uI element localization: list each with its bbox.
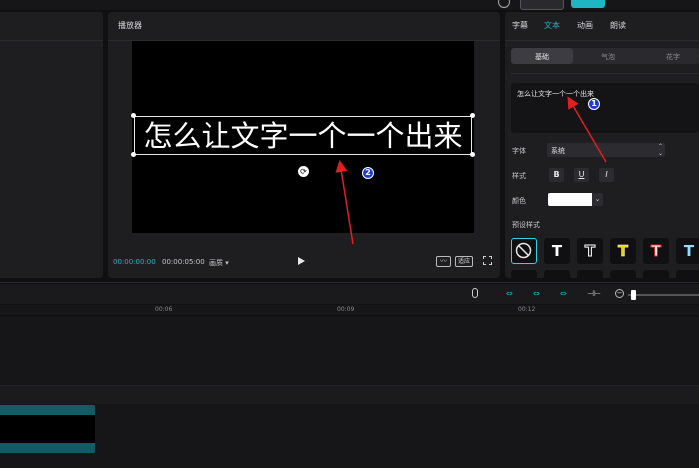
top-action-button[interactable] [520,0,564,10]
total-time: 00:00:05:00 [162,258,205,266]
fit-ratio-button[interactable]: 适应 [455,256,473,267]
tab-read-aloud[interactable]: 朗读 [610,20,626,31]
color-label: 颜色 [512,197,526,205]
chevron-down-icon[interactable]: ⌄ [592,193,603,206]
split-icon[interactable]: ⊣⊢ [587,289,601,298]
timeline-track[interactable] [0,386,699,404]
annotation-marker-2: 2 [362,167,374,179]
rotate-icon[interactable]: ⟳ [298,166,309,177]
preview-axis-icon[interactable]: ⇔ [560,289,567,298]
divider [505,40,699,41]
preset-outline[interactable]: T [577,238,603,264]
player-title: 播放器 [118,21,142,30]
ruler-tick: 00:12 [518,306,536,313]
ruler-tick: 00:06 [155,306,173,313]
segment-basic[interactable]: 基础 [535,52,549,62]
link-icon[interactable]: ⇔ [506,289,513,298]
zoom-out-icon[interactable]: − [615,289,624,298]
no-style-icon [515,242,532,259]
segment-fancy-text[interactable]: 花字 [666,52,680,62]
segment-bubble[interactable]: 气泡 [601,52,615,62]
preset-item[interactable] [577,270,603,280]
microphone-icon[interactable] [472,288,478,298]
ruler-tick: 00:09 [337,306,355,313]
preset-yellow[interactable]: T [610,238,636,264]
tab-text[interactable]: 文本 [544,20,560,31]
fullscreen-icon[interactable] [483,256,492,265]
current-time: 00:00:00:00 [113,258,156,266]
preset-item[interactable] [511,270,537,280]
preset-item[interactable] [544,270,570,280]
media-panel [0,12,103,278]
caption-text[interactable]: 怎么让文字一个一个出来 [134,117,472,155]
italic-button[interactable]: I [599,168,614,182]
preset-item[interactable] [610,270,636,280]
annotation-marker-1: 1 [588,98,600,110]
preset-blue[interactable]: T [676,238,699,264]
underline-button[interactable]: U [574,168,589,182]
clip-thumbnail [0,415,95,443]
divider [511,73,699,74]
bold-button[interactable]: B [549,168,564,182]
style-label: 样式 [512,172,526,180]
preset-label: 预设样式 [512,221,540,229]
font-label: 字体 [512,147,526,155]
font-stepper-icon[interactable]: ⌃ ⌄ [656,143,665,157]
color-swatch[interactable] [548,193,592,206]
waveform-icon[interactable]: 〰 [436,256,451,267]
quality-dropdown[interactable]: 画质 ▾ [209,258,229,268]
text-input-value[interactable]: 怎么让文字一个一个出来 [517,89,594,99]
tab-animation[interactable]: 动画 [577,20,593,31]
divider [0,40,103,41]
preset-item[interactable] [676,270,699,280]
zoom-slider[interactable] [628,294,699,296]
zoom-slider-handle[interactable] [631,290,636,300]
play-icon[interactable] [298,257,305,265]
export-button[interactable] [571,0,605,8]
tab-subtitle[interactable]: 字幕 [512,20,528,31]
font-select-value: 系统 [551,147,565,155]
preset-red-outline[interactable]: T [643,238,669,264]
preset-none[interactable] [511,238,537,264]
divider [0,282,699,283]
preset-white[interactable]: T [544,238,570,264]
link-main-track-icon[interactable]: ⇔ [533,289,540,298]
preset-item[interactable] [643,270,669,280]
